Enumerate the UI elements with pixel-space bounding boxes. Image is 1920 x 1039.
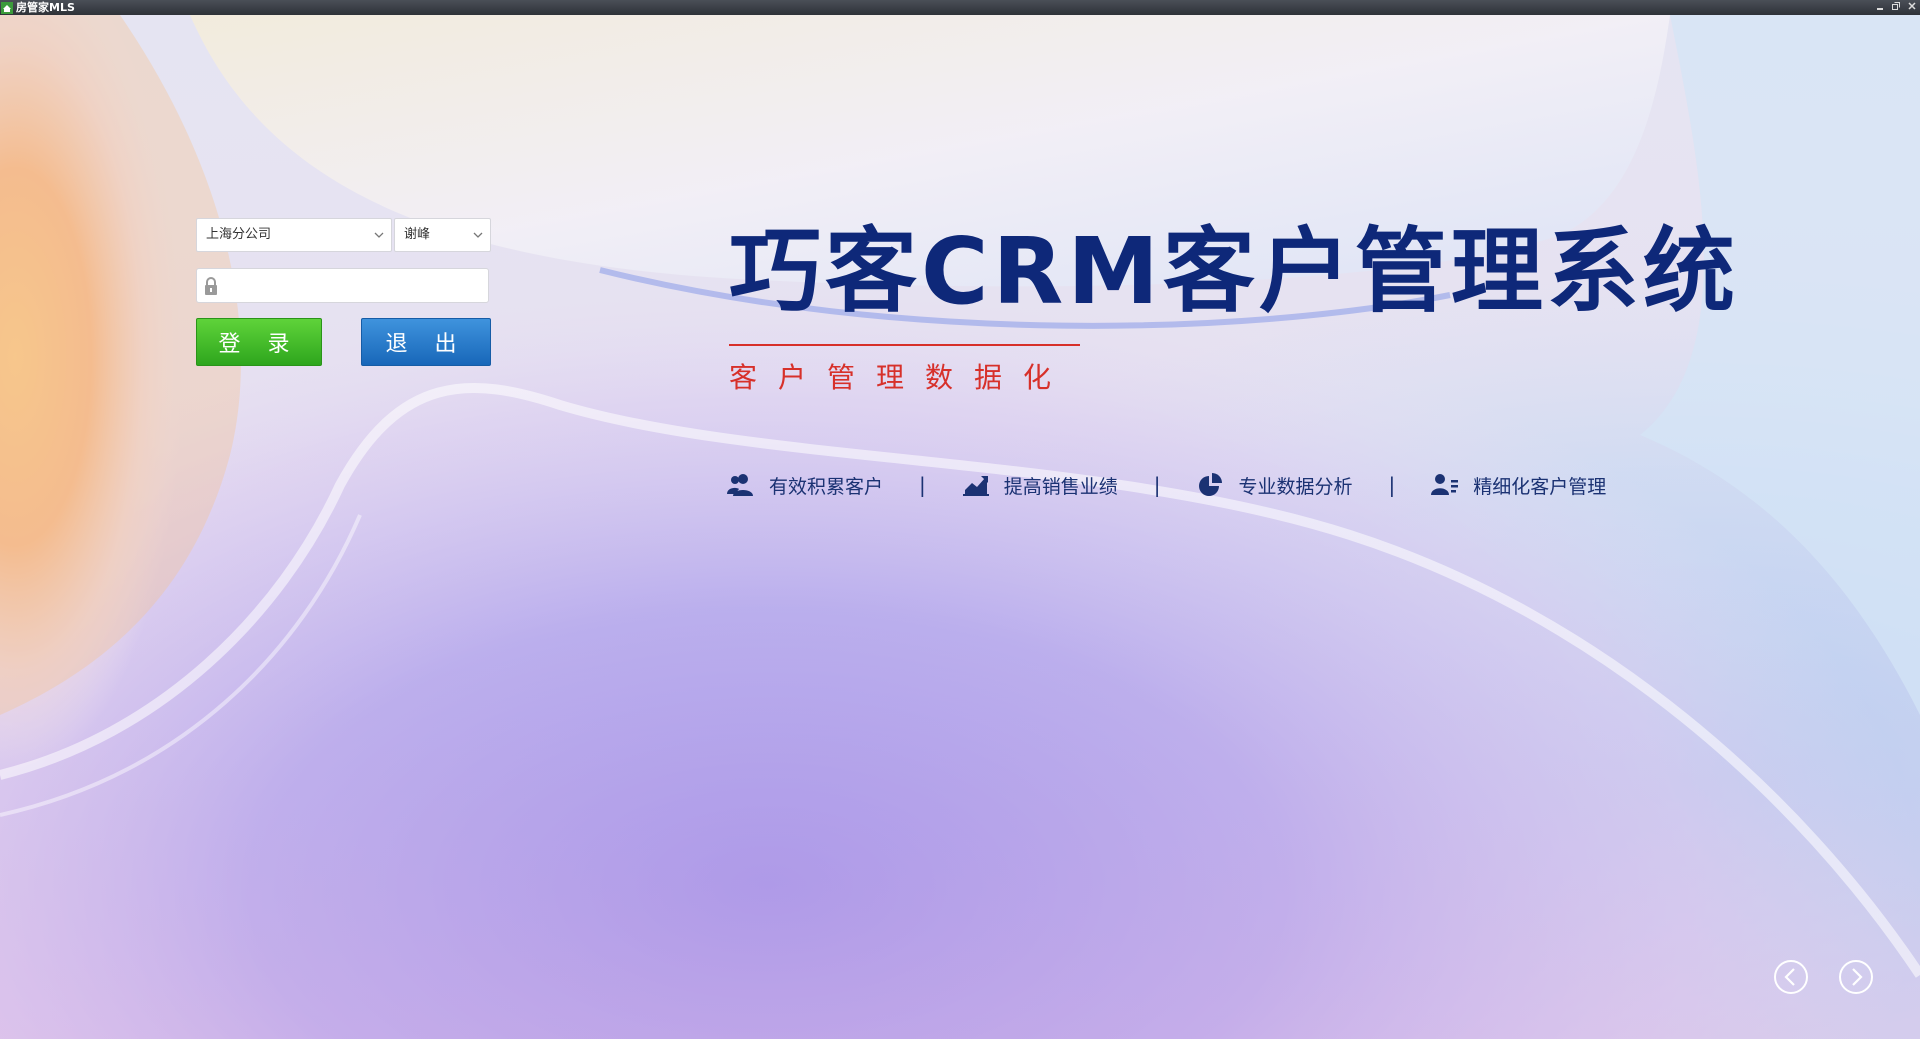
users-icon <box>727 474 753 496</box>
feature-label: 有效积累客户 <box>769 475 884 498</box>
feature-label: 提高销售业绩 <box>1003 475 1118 498</box>
user-select-value: 谢峰 <box>404 227 431 242</box>
feature-separator: | <box>1153 473 1161 497</box>
user-select[interactable]: 谢峰 <box>394 218 491 252</box>
login-button[interactable]: 登 录 <box>196 318 322 366</box>
user-list-icon <box>1431 474 1459 495</box>
company-select[interactable]: 上海分公司 <box>196 218 392 252</box>
feature-separator: | <box>919 473 926 497</box>
lock-icon <box>205 277 217 295</box>
chevron-down-icon <box>374 232 384 238</box>
title-bar: 房管家MLS <box>0 0 1920 15</box>
next-slide-button[interactable] <box>1838 959 1874 995</box>
feature-label: 专业数据分析 <box>1238 475 1353 498</box>
close-icon[interactable] <box>1904 0 1920 12</box>
chevron-down-icon <box>473 232 483 238</box>
exit-button[interactable]: 退 出 <box>361 318 491 366</box>
pie-chart-icon <box>1198 473 1222 496</box>
previous-slide-button[interactable] <box>1773 959 1809 995</box>
password-input[interactable] <box>227 269 482 302</box>
window-title: 房管家MLS <box>16 1 75 14</box>
window-controls <box>1872 0 1920 15</box>
feature-item: 有效积累客户 <box>727 472 883 499</box>
feature-list: 有效积累客户 | 提高销售业绩 | 专业数据分析 | 精细化客户管理 <box>727 471 1606 499</box>
minimize-icon[interactable] <box>1872 0 1888 12</box>
background-shapes <box>0 15 1920 1039</box>
trend-chart-icon <box>962 476 989 496</box>
feature-item: 专业数据分析 <box>1197 472 1353 499</box>
page-title: 巧客CRM客户管理系统 <box>729 218 1739 325</box>
feature-label: 精细化客户管理 <box>1473 475 1607 498</box>
background-artwork <box>0 15 1920 1039</box>
feature-item: 精细化客户管理 <box>1431 472 1606 499</box>
restore-icon[interactable] <box>1888 0 1904 12</box>
app-house-icon <box>1 1 13 14</box>
title-underline <box>729 344 1080 346</box>
feature-separator: | <box>1388 473 1396 497</box>
feature-item: 提高销售业绩 <box>962 472 1118 499</box>
company-select-value: 上海分公司 <box>206 227 272 242</box>
password-field <box>196 268 489 303</box>
page-subtitle: 客户管理数据化 <box>729 361 1073 394</box>
